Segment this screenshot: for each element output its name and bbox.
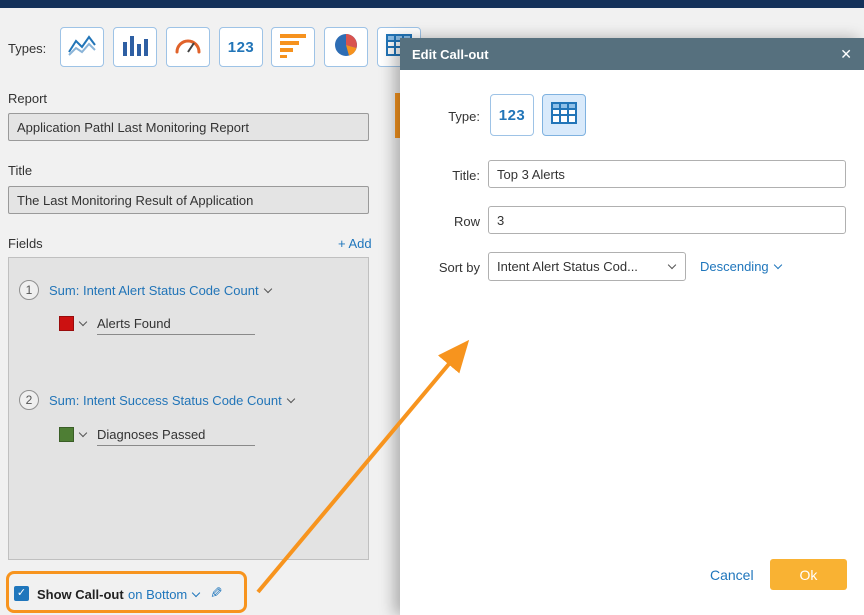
dialog-title: Edit Call-out [412, 47, 840, 62]
report-label: Report [8, 91, 47, 106]
field-metric-dropdown[interactable]: Sum: Intent Success Status Code Count [49, 393, 294, 408]
type-label: Type: [400, 109, 480, 124]
callout-type-table-button[interactable] [542, 94, 586, 136]
field-alias-input[interactable]: Diagnoses Passed [97, 427, 255, 446]
callout-position-dropdown[interactable]: on Bottom [128, 587, 199, 602]
field-color-dropdown[interactable] [59, 427, 86, 442]
number-123-icon: 123 [228, 39, 255, 56]
column-chart-icon [120, 32, 150, 63]
fields-label: Fields [8, 236, 43, 251]
chevron-down-icon [263, 285, 271, 293]
callout-title-label: Title: [400, 168, 480, 183]
chevron-down-icon [192, 589, 200, 597]
line-chart-icon [67, 32, 97, 63]
sort-by-value: Intent Alert Status Cod... [497, 259, 638, 274]
callout-position-value: on Bottom [128, 587, 187, 602]
field-alias-input[interactable]: Alerts Found [97, 316, 255, 335]
ok-button[interactable]: Ok [770, 559, 847, 590]
field-metric-label: Sum: Intent Alert Status Code Count [49, 283, 259, 298]
number-123-icon: 123 [499, 107, 526, 124]
line-chart-type-button[interactable] [60, 27, 104, 67]
close-icon[interactable]: ✕ [840, 46, 852, 63]
hbar-chart-icon [278, 32, 308, 63]
field-metric-dropdown[interactable]: Sum: Intent Alert Status Code Count [49, 283, 271, 298]
gauge-icon [173, 32, 203, 63]
edit-callout-dialog: Edit Call-out ✕ Type: 123 Title: Row Sor… [400, 38, 864, 615]
title-input[interactable] [8, 186, 369, 214]
chevron-down-icon [773, 261, 781, 269]
column-chart-type-button[interactable] [113, 27, 157, 67]
fields-panel: 1 Sum: Intent Alert Status Code Count Al… [8, 257, 369, 560]
sort-by-label: Sort by [400, 260, 480, 275]
add-field-link[interactable]: + Add [338, 236, 372, 251]
field-number-badge: 1 [19, 280, 39, 300]
field-metric-label: Sum: Intent Success Status Code Count [49, 393, 282, 408]
color-swatch [59, 427, 74, 442]
show-callout-label: Show Call-out [37, 587, 124, 602]
field-number-badge: 2 [19, 390, 39, 410]
callout-row-label: Row [400, 214, 480, 229]
title-label: Title [8, 163, 32, 178]
dialog-header: Edit Call-out ✕ [400, 38, 864, 70]
hbar-chart-type-button[interactable] [271, 27, 315, 67]
edit-pencil-icon[interactable]: ✎ [210, 584, 223, 602]
table-icon [551, 102, 577, 129]
callout-title-input[interactable] [488, 160, 846, 188]
callout-row-input[interactable] [488, 206, 846, 234]
sort-direction-dropdown[interactable]: Descending [700, 259, 781, 274]
report-input[interactable] [8, 113, 369, 141]
screen: Types: 123 [0, 0, 864, 615]
callout-type-number-button[interactable]: 123 [490, 94, 534, 136]
chevron-down-icon [286, 395, 294, 403]
pie-chart-type-button[interactable] [324, 27, 368, 67]
top-bar [0, 0, 864, 8]
pie-chart-icon [331, 32, 361, 63]
sort-by-select[interactable]: Intent Alert Status Cod... [488, 252, 686, 281]
color-swatch [59, 316, 74, 331]
chevron-down-icon [79, 318, 87, 326]
types-label: Types: [8, 41, 46, 56]
number-type-button[interactable]: 123 [219, 27, 263, 67]
chevron-down-icon [668, 261, 676, 269]
cancel-button[interactable]: Cancel [710, 567, 754, 583]
gauge-type-button[interactable] [166, 27, 210, 67]
sort-direction-value: Descending [700, 259, 769, 274]
chevron-down-icon [79, 429, 87, 437]
show-callout-checkbox[interactable]: ✓ [14, 586, 29, 601]
field-color-dropdown[interactable] [59, 316, 86, 331]
